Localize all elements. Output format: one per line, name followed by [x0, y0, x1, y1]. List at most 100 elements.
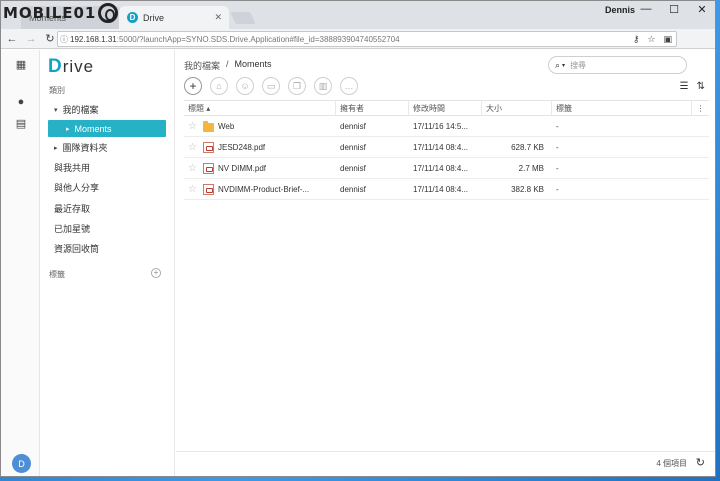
breadcrumb-root[interactable]: 我的檔案 — [184, 59, 220, 72]
more-actions-icon[interactable]: … — [340, 77, 358, 95]
sidebar-item-label: 資源回收筒 — [54, 244, 100, 254]
share-user-icon[interactable]: ☺ — [236, 77, 254, 95]
file-size: 382.8 KB — [511, 184, 544, 194]
pdf-icon — [203, 141, 214, 153]
column-header-tags[interactable]: 標籤 — [552, 100, 692, 116]
app-rail: ▦ ● ▤ D — [1, 50, 40, 476]
column-header-name[interactable]: 標題 ▴ — [184, 100, 336, 116]
sidebar-item-label: 最近存取 — [54, 204, 91, 214]
forward-icon[interactable]: → — [23, 33, 39, 45]
browser-toolbar: ← → ↻ ⓘ 192.168.1.31:5000/?launchApp=SYN… — [1, 29, 715, 71]
column-header-modified[interactable]: 修改時間 — [409, 100, 482, 116]
file-name: NV DIMM.pdf — [218, 163, 267, 173]
sidebar-item-moments[interactable]: ▸ Moments — [48, 120, 166, 137]
sidebar-item-label: 與我共用 — [54, 163, 91, 173]
chevron-right-icon[interactable]: ▸ — [54, 144, 58, 152]
search-placeholder: 搜尋 — [570, 60, 587, 70]
drive-logo: Drive — [48, 56, 95, 77]
back-icon[interactable]: ← — [4, 33, 20, 45]
breadcrumb-current: Moments — [234, 59, 272, 69]
chevron-right-icon[interactable]: ▸ — [66, 125, 70, 133]
search-icon: ⌕ — [555, 59, 561, 70]
add-tag-button[interactable]: + — [151, 268, 161, 278]
chevron-down-icon[interactable]: ▾ — [54, 106, 58, 114]
sidebar: Drive 類別 ▾ 我的檔案 ▸ Moments ▸ 團隊資料夾 與我共用 與… — [40, 50, 175, 476]
tab-close-icon[interactable]: ✕ — [214, 12, 222, 23]
browser-window: MOBILE01 Moments D Drive ✕ Dennis — ☐ ✕ … — [0, 0, 716, 477]
file-owner: dennisf — [340, 142, 366, 152]
file-tags: - — [556, 163, 559, 173]
tab-strip: MOBILE01 Moments D Drive ✕ Dennis — ☐ ✕ — [1, 1, 715, 29]
file-size: 2.7 MB — [518, 163, 544, 173]
extension-icon[interactable]: ▣ — [663, 34, 672, 45]
table-row[interactable]: ☆ NVDIMM-Product-Brief-... dennisf 17/11/… — [184, 179, 709, 200]
file-name: NVDIMM-Product-Brief-... — [218, 184, 310, 194]
sidebar-item-shared-with-others[interactable]: 與他人分享 — [48, 179, 166, 196]
url-path: :5000/?launchApp=SYNO.SDS.Drive.Applicat… — [116, 34, 400, 44]
copy-icon[interactable]: ❐ — [288, 77, 306, 95]
column-header-owner[interactable]: 擁有者 — [336, 100, 409, 116]
breadcrumb-separator: / — [226, 59, 229, 69]
avatar[interactable]: D — [12, 454, 31, 473]
folder-icon — [203, 120, 214, 132]
list-view-icon[interactable]: ☰ — [680, 81, 689, 92]
table-row[interactable]: ☆ NV DIMM.pdf dennisf 17/11/14 08:4... 2.… — [184, 158, 709, 179]
browser-user-name[interactable]: Dennis — [605, 5, 635, 15]
file-modified: 17/11/14 08:4... — [413, 163, 469, 173]
column-menu-icon[interactable]: ⋮ — [692, 100, 709, 116]
tag-icon[interactable]: ⌂ — [210, 77, 228, 95]
pdf-icon — [203, 162, 214, 174]
sort-icon[interactable]: ⇅ — [697, 81, 705, 92]
key-icon[interactable]: ⚷ — [633, 34, 640, 45]
sidebar-item-starred[interactable]: 已加星號 — [48, 220, 166, 237]
file-size: 628.7 KB — [511, 142, 544, 152]
column-header-size[interactable]: 大小 — [482, 100, 552, 116]
new-tab-button[interactable] — [230, 12, 256, 24]
tab-title: Drive — [143, 12, 165, 23]
file-owner: dennisf — [340, 184, 366, 194]
document-icon[interactable]: ▤ — [14, 117, 28, 131]
sidebar-item-shared-with-me[interactable]: 與我共用 — [48, 159, 166, 176]
file-name: Web — [218, 121, 235, 131]
notification-bell-icon[interactable]: ● — [14, 96, 28, 110]
tags-label: 標籤 — [49, 270, 65, 279]
create-button[interactable]: + — [184, 77, 202, 95]
file-tags: - — [556, 184, 559, 194]
sidebar-item-recent[interactable]: 最近存取 — [48, 200, 166, 217]
star-icon[interactable]: ☆ — [188, 121, 198, 132]
watermark-logo: MOBILE01 — [3, 2, 119, 24]
file-tags: - — [556, 121, 559, 131]
delete-icon[interactable]: ▥ — [314, 77, 332, 95]
file-owner: dennisf — [340, 121, 366, 131]
tab-drive[interactable]: D Drive ✕ — [119, 6, 229, 29]
star-icon[interactable]: ☆ — [188, 163, 198, 174]
address-bar[interactable]: ⓘ 192.168.1.31:5000/?launchApp=SYNO.SDS.… — [57, 31, 677, 47]
sidebar-item-my-files[interactable]: ▾ 我的檔案 — [48, 101, 166, 118]
refresh-icon[interactable]: ↻ — [696, 456, 705, 469]
table-row[interactable]: ☆ Web dennisf 17/11/16 14:5... - — [184, 116, 709, 137]
sidebar-item-label: 與他人分享 — [54, 183, 100, 193]
url-host: 192.168.1.31 — [70, 34, 117, 44]
sidebar-item-team-folders[interactable]: ▸ 團隊資料夾 — [48, 139, 166, 156]
search-input[interactable]: ⌕ ▾ 搜尋 — [548, 56, 687, 74]
main-panel: 我的檔案 / Moments ⌕ ▾ 搜尋 + ⌂ ☺ ▭ ❐ ▥ … ☰ ⇅ — [176, 50, 715, 476]
maximize-icon[interactable]: ☐ — [665, 3, 683, 16]
reload-icon[interactable]: ↻ — [42, 32, 58, 45]
file-modified: 17/11/14 08:4... — [413, 142, 469, 152]
search-options-chevron-icon[interactable]: ▾ — [562, 62, 565, 69]
file-modified: 17/11/16 14:5... — [413, 121, 469, 131]
minimize-icon[interactable]: — — [637, 3, 655, 15]
bookmark-star-icon[interactable]: ☆ — [647, 34, 655, 45]
sidebar-item-recycle-bin[interactable]: 資源回收筒 — [48, 240, 166, 257]
star-icon[interactable]: ☆ — [188, 184, 198, 195]
close-window-icon[interactable]: ✕ — [693, 3, 711, 16]
sidebar-item-label: Moments — [74, 123, 112, 134]
info-icon[interactable]: ⓘ — [58, 34, 70, 45]
sidebar-item-label: 團隊資料夾 — [62, 143, 108, 153]
star-icon[interactable]: ☆ — [188, 142, 198, 153]
file-tags: - — [556, 142, 559, 152]
move-folder-icon[interactable]: ▭ — [262, 77, 280, 95]
table-row[interactable]: ☆ JESD248.pdf dennisf 17/11/14 08:4... 62… — [184, 137, 709, 158]
file-modified: 17/11/14 08:4... — [413, 184, 469, 194]
apps-grid-icon[interactable]: ▦ — [14, 58, 28, 72]
